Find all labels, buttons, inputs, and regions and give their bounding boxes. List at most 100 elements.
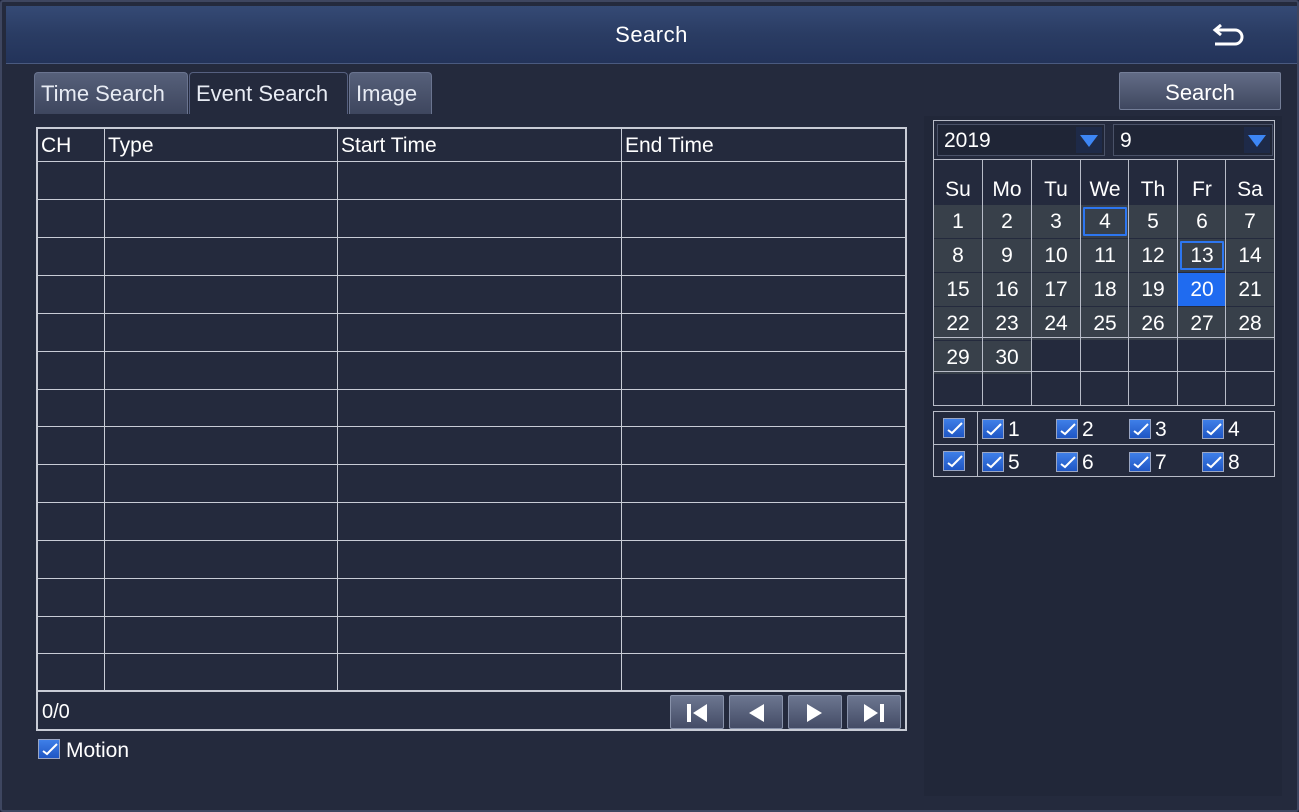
channel-checkbox[interactable]: [1056, 451, 1078, 472]
column-header-type: Type: [108, 134, 154, 157]
calendar-day-label: 16: [995, 278, 1019, 301]
calendar-day[interactable]: 14: [1226, 239, 1274, 272]
last-page-button[interactable]: [847, 695, 901, 729]
calendar-day[interactable]: 26: [1129, 307, 1177, 340]
calendar-day-label: 30: [995, 346, 1019, 369]
calendar-day-label: 23: [995, 312, 1019, 335]
prev-page-icon: [749, 704, 764, 722]
channel-label: 7: [1155, 451, 1167, 474]
column-divider: [621, 129, 622, 691]
channel-label: 1: [1008, 418, 1020, 441]
calendar-day[interactable]: 24: [1032, 307, 1080, 340]
select-all-checkbox[interactable]: [943, 418, 965, 438]
motion-checkbox[interactable]: [38, 739, 60, 760]
tab-time-search[interactable]: Time Search: [34, 72, 188, 114]
calendar-day[interactable]: 29: [934, 341, 982, 374]
calendar-day[interactable]: 10: [1032, 239, 1080, 272]
weekday-label: Mo: [992, 178, 1022, 201]
calendar-grid-line: [934, 371, 1274, 372]
calendar-day-label: 9: [1001, 244, 1013, 267]
checkmark-icon: [42, 743, 58, 756]
calendar-day[interactable]: 7: [1226, 205, 1274, 238]
calendar-day[interactable]: 8: [934, 239, 982, 272]
calendar-day[interactable]: 3: [1032, 205, 1080, 238]
checkmark-icon: [1206, 456, 1222, 469]
select-all-toggle[interactable]: [934, 412, 978, 444]
channel-option-3[interactable]: 3: [1129, 418, 1167, 442]
next-page-button[interactable]: [788, 695, 842, 729]
calendar-day-label: 18: [1093, 278, 1117, 301]
tab-event-search[interactable]: Event Search: [189, 72, 348, 114]
calendar-day[interactable]: 22: [934, 307, 982, 340]
calendar-grid-line: [1031, 159, 1032, 405]
channel-option-4[interactable]: 4: [1202, 418, 1240, 442]
select-all-checkbox[interactable]: [943, 451, 965, 471]
channel-option-8[interactable]: 8: [1202, 451, 1240, 475]
calendar-day[interactable]: 28: [1226, 307, 1274, 340]
calendar-day[interactable]: 21: [1226, 273, 1274, 306]
channel-checkbox[interactable]: [1202, 418, 1224, 439]
calendar-day[interactable]: 5: [1129, 205, 1177, 238]
first-page-button[interactable]: [670, 695, 724, 729]
year-select[interactable]: 2019: [937, 124, 1105, 156]
checkmark-icon: [1133, 423, 1149, 436]
calendar-day[interactable]: 12: [1129, 239, 1177, 272]
column-header-ch: CH: [41, 134, 72, 157]
channel-checkbox[interactable]: [982, 418, 1004, 439]
checkmark-icon: [1060, 423, 1076, 436]
channel-option-2[interactable]: 2: [1056, 418, 1094, 442]
calendar-day[interactable]: 27: [1178, 307, 1226, 340]
calendar-day[interactable]: 25: [1081, 307, 1129, 340]
table-row-divider: [38, 313, 905, 314]
weekday-label: Th: [1140, 178, 1166, 201]
tab-image[interactable]: Image: [349, 72, 432, 114]
calendar-grid-line: [1177, 159, 1178, 405]
table-row-divider: [38, 237, 905, 238]
calendar-day[interactable]: 19: [1129, 273, 1177, 306]
calendar-day-label: 19: [1141, 278, 1165, 301]
calendar: 2019 9 Su Mo Tu We Th Fr Sa 1 2 3 4 5 6 7 8 9 10 1…: [933, 120, 1275, 406]
calendar-grid-line: [982, 159, 983, 405]
calendar-day-label: 5: [1147, 210, 1159, 233]
calendar-day[interactable]: 1: [934, 205, 982, 238]
calendar-day-label: 7: [1244, 210, 1256, 233]
calendar-day[interactable]: 9: [983, 239, 1031, 272]
calendar-day[interactable]: 6: [1178, 205, 1226, 238]
channel-checkbox[interactable]: [1056, 418, 1078, 439]
channel-checkbox[interactable]: [1129, 418, 1151, 439]
channel-checkbox[interactable]: [1129, 451, 1151, 472]
month-select[interactable]: 9: [1113, 124, 1273, 156]
calendar-day[interactable]: 17: [1032, 273, 1080, 306]
calendar-day[interactable]: 15: [934, 273, 982, 306]
channel-option-6[interactable]: 6: [1056, 451, 1094, 475]
search-button[interactable]: Search: [1119, 72, 1281, 110]
calendar-grid-line: [1225, 159, 1226, 405]
calendar-day[interactable]: 16: [983, 273, 1031, 306]
table-row-divider: [38, 616, 905, 617]
calendar-day[interactable]: 30: [983, 341, 1031, 374]
channel-checkbox[interactable]: [982, 451, 1004, 472]
calendar-day[interactable]: 11: [1081, 239, 1129, 272]
channel-option-1[interactable]: 1: [982, 418, 1020, 442]
channel-checkbox[interactable]: [1202, 451, 1224, 472]
calendar-day[interactable]: 20: [1178, 273, 1226, 306]
back-icon[interactable]: [1211, 24, 1245, 48]
calendar-day[interactable]: 4: [1081, 205, 1129, 238]
channel-selector: 1 2 3 4 5 6 7 8: [933, 411, 1275, 477]
calendar-day[interactable]: 2: [983, 205, 1031, 238]
calendar-day[interactable]: 18: [1081, 273, 1129, 306]
calendar-day-label: 8: [952, 244, 964, 267]
month-value: 9: [1120, 129, 1132, 152]
channel-option-7[interactable]: 7: [1129, 451, 1167, 475]
calendar-day[interactable]: 23: [983, 307, 1031, 340]
channel-option-5[interactable]: 5: [982, 451, 1020, 475]
table-row-divider: [38, 161, 905, 162]
motion-option[interactable]: Motion: [38, 739, 129, 763]
calendar-day[interactable]: 13: [1178, 239, 1226, 272]
calendar-day-label: 2: [1001, 210, 1013, 233]
select-all-toggle[interactable]: [934, 445, 978, 477]
weekday-label: Tu: [1044, 178, 1068, 201]
channel-row: 1 2 3 4: [934, 412, 1274, 444]
prev-page-button[interactable]: [729, 695, 783, 729]
year-value: 2019: [944, 129, 991, 152]
